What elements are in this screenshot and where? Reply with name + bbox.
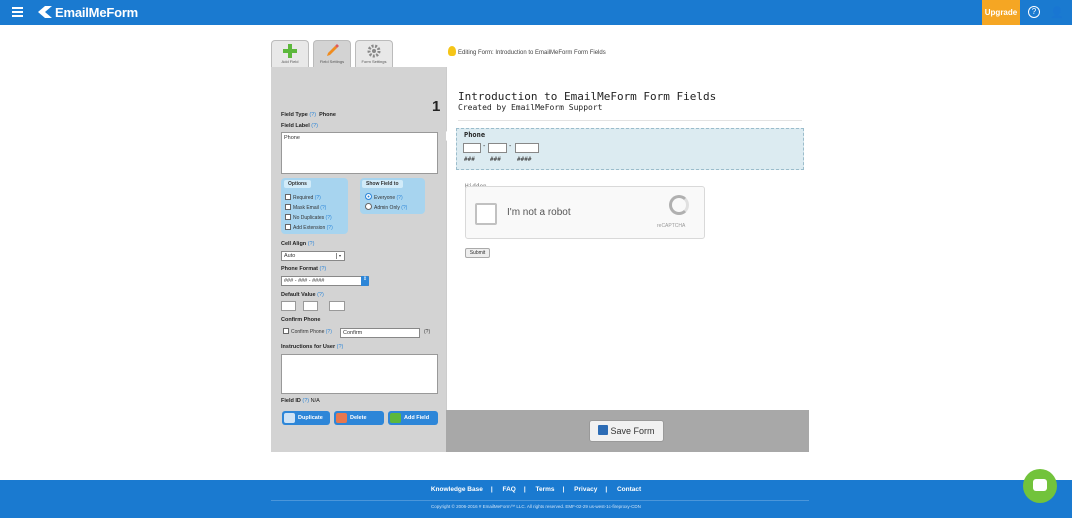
- user-icon[interactable]: 👤: [1050, 6, 1064, 19]
- footer-link-faq[interactable]: FAQ: [502, 486, 515, 493]
- add-field-button[interactable]: Add Field: [388, 411, 438, 425]
- default-value-label: Default Value (?): [281, 292, 324, 298]
- instructions-label: Instructions for User (?): [281, 344, 344, 350]
- selection-pointer: [446, 131, 452, 141]
- tab-form-settings[interactable]: Form Settings: [355, 40, 393, 67]
- option-required[interactable]: Required (?): [285, 194, 321, 201]
- checkbox[interactable]: [285, 214, 291, 220]
- recaptcha-widget: I'm not a robot reCAPTCHA: [465, 186, 705, 239]
- logo-text: EmailMeForm: [55, 5, 139, 20]
- field-label-input[interactable]: Phone: [281, 132, 438, 174]
- confirm-phone-input[interactable]: Confirm: [340, 328, 420, 338]
- footer-links: Knowledge Base | FAQ | Terms | Privacy | Con…: [430, 486, 642, 493]
- chevron-updown-icon: ⇕: [361, 276, 369, 286]
- confirm-phone-label: Confirm Phone: [281, 317, 321, 323]
- editing-note: Editing Form: Introduction to EmailMeFor…: [448, 46, 606, 56]
- phone-hint-area: ###: [464, 156, 475, 163]
- confirm-phone-help[interactable]: (?): [424, 329, 430, 335]
- top-bar: EmailMeForm Upgrade ? 👤: [0, 0, 1072, 25]
- phone-hint-line: ####: [517, 156, 532, 163]
- tab-add-field[interactable]: Add Field: [271, 40, 309, 67]
- divider: [458, 120, 802, 121]
- floppy-disk-icon: [598, 425, 609, 435]
- recaptcha-logo-icon: [669, 195, 689, 215]
- delete-button[interactable]: Delete: [334, 411, 384, 425]
- form-subtitle: Created by EmailMeForm Support: [458, 103, 603, 112]
- option-add-extension[interactable]: Add Extension (?): [285, 224, 333, 231]
- footer-link-terms[interactable]: Terms: [536, 486, 555, 493]
- save-form-button[interactable]: Save Form: [589, 420, 664, 442]
- radio-admin-only[interactable]: Admin Only (?): [365, 203, 407, 211]
- logo[interactable]: EmailMeForm: [38, 5, 138, 20]
- tab-field-settings[interactable]: Field Settings: [313, 40, 351, 67]
- phone-prefix-input[interactable]: [488, 143, 507, 153]
- chat-bubble-icon: [1033, 479, 1047, 491]
- phone-line-input[interactable]: [515, 143, 539, 153]
- option-no-duplicates[interactable]: No Duplicates (?): [285, 214, 332, 221]
- save-bar: Save Form: [446, 410, 809, 452]
- duplicate-button[interactable]: Duplicate: [282, 411, 330, 425]
- upgrade-button[interactable]: Upgrade: [982, 0, 1020, 25]
- chevron-down-icon: ▾: [336, 253, 343, 259]
- phone-field-label: Phone: [464, 131, 486, 139]
- checkbox[interactable]: [285, 204, 291, 210]
- field-id-value: N/A: [310, 398, 320, 404]
- help-icon[interactable]: ?: [1028, 6, 1040, 18]
- default-value-prefix-input[interactable]: [303, 301, 318, 311]
- add-icon: [390, 413, 401, 423]
- footer-link-knowledge-base[interactable]: Knowledge Base: [431, 486, 483, 493]
- phone-hint-prefix: ###: [490, 156, 501, 163]
- show-field-title: Show Field to: [362, 180, 403, 188]
- copyright: Copyright © 2006-2016 # EmailMeForm™ LLC…: [431, 504, 641, 509]
- checkbox[interactable]: [285, 194, 291, 200]
- checkbox[interactable]: [283, 328, 289, 334]
- footer: Knowledge Base | FAQ | Terms | Privacy | Con…: [0, 480, 1072, 518]
- editing-note-text: Editing Form: Introduction to EmailMeFor…: [458, 50, 606, 56]
- gear-icon: [367, 44, 381, 58]
- plus-icon: [283, 44, 297, 58]
- submit-button[interactable]: Submit: [465, 248, 490, 258]
- field-number: 1: [432, 98, 441, 115]
- phone-format-label: Phone Format (?): [281, 266, 327, 272]
- options-title: Options: [284, 180, 311, 188]
- recaptcha-checkbox[interactable]: [475, 203, 497, 225]
- field-type-label: Field Type (?) Phone: [281, 112, 336, 118]
- footer-link-contact[interactable]: Contact: [617, 486, 641, 493]
- phone-dash: -: [509, 143, 512, 150]
- form-title: Introduction to EmailMeForm Form Fields: [458, 90, 717, 103]
- footer-link-privacy[interactable]: Privacy: [574, 486, 597, 493]
- editor-tabs: Add Field Field Settings Form Settings: [271, 40, 446, 67]
- checkbox[interactable]: [285, 224, 291, 230]
- default-value-area-input[interactable]: [281, 301, 296, 311]
- recaptcha-text: I'm not a robot: [507, 207, 571, 218]
- hamburger-menu-icon[interactable]: [12, 7, 23, 17]
- default-value-line-input[interactable]: [329, 301, 345, 311]
- delete-icon: [336, 413, 347, 423]
- radio-everyone[interactable]: Everyone (?): [365, 193, 403, 201]
- field-label-label: Field Label (?): [281, 123, 318, 129]
- cell-align-label: Cell Align (?): [281, 241, 315, 247]
- tab-field-settings-label: Field Settings: [319, 59, 345, 64]
- recaptcha-brand: reCAPTCHA: [657, 223, 686, 229]
- duplicate-icon: [284, 413, 295, 423]
- chat-widget-button[interactable]: [1023, 469, 1057, 503]
- field-type-value: Phone: [319, 112, 336, 118]
- field-id-label: Field ID (?) N/A: [281, 398, 320, 404]
- footer-divider: [271, 500, 809, 501]
- phone-dash: -: [483, 143, 486, 150]
- lightbulb-icon: [448, 46, 456, 56]
- tab-add-field-label: Add Field: [281, 59, 299, 64]
- radio-button[interactable]: [365, 193, 372, 200]
- logo-mark-icon: [38, 6, 52, 18]
- tab-form-settings-label: Form Settings: [361, 59, 387, 64]
- radio-button[interactable]: [365, 203, 372, 210]
- pencil-icon: [327, 44, 339, 56]
- option-mask-email[interactable]: Mask Email (?): [285, 204, 326, 211]
- instructions-input[interactable]: [281, 354, 438, 394]
- phone-format-select[interactable]: ### - ### - #### ⇕: [281, 276, 369, 286]
- phone-area-input[interactable]: [463, 143, 481, 153]
- cell-align-select[interactable]: Auto ▾: [281, 251, 345, 261]
- confirm-phone-checkbox[interactable]: Confirm Phone (?): [283, 328, 332, 335]
